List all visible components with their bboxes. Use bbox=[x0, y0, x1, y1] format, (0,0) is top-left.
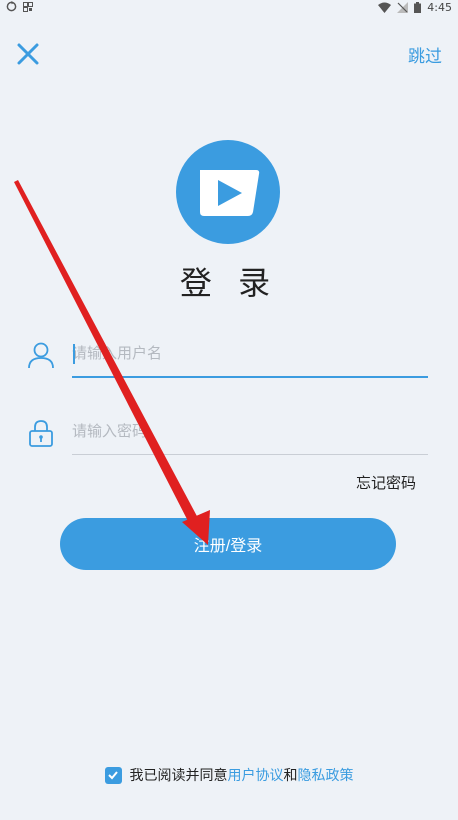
status-left bbox=[6, 1, 33, 12]
page-title: 登 录 bbox=[179, 264, 279, 302]
agreement-prefix: 我已阅读并同意 bbox=[129, 768, 228, 784]
status-time: 4:45 bbox=[427, 1, 452, 14]
close-button[interactable] bbox=[14, 40, 42, 68]
agreement-checkbox[interactable] bbox=[104, 766, 122, 784]
app-logo bbox=[176, 140, 280, 244]
qr-icon bbox=[23, 1, 33, 12]
text-cursor bbox=[73, 344, 75, 364]
user-agreement-link[interactable]: 用户协议 bbox=[228, 765, 284, 785]
password-input[interactable] bbox=[72, 410, 428, 452]
status-right: 4:45 bbox=[378, 1, 452, 14]
skip-button[interactable]: 跳过 bbox=[408, 42, 442, 67]
user-icon bbox=[28, 342, 54, 369]
agreement-row: 我已阅读并同意 用户协议 和 隐私政策 bbox=[0, 765, 458, 785]
username-input[interactable] bbox=[72, 332, 428, 374]
check-icon bbox=[108, 771, 118, 780]
privacy-policy-link[interactable]: 隐私政策 bbox=[298, 765, 354, 785]
battery-icon bbox=[414, 2, 422, 13]
wifi-icon bbox=[378, 2, 392, 13]
status-bar: 4:45 bbox=[0, 0, 458, 14]
username-field-group bbox=[26, 332, 430, 382]
password-underline bbox=[72, 454, 428, 455]
no-signal-icon bbox=[397, 2, 409, 13]
agreement-and: 和 bbox=[283, 768, 298, 784]
password-field-group bbox=[26, 410, 430, 460]
close-icon bbox=[17, 43, 39, 65]
sync-icon bbox=[6, 1, 17, 12]
username-underline bbox=[72, 376, 428, 378]
lock-icon bbox=[29, 420, 53, 447]
play-logo-icon bbox=[176, 140, 280, 244]
register-login-button[interactable]: 注册/登录 bbox=[60, 518, 396, 570]
forgot-password-link[interactable]: 忘记密码 bbox=[356, 472, 416, 493]
